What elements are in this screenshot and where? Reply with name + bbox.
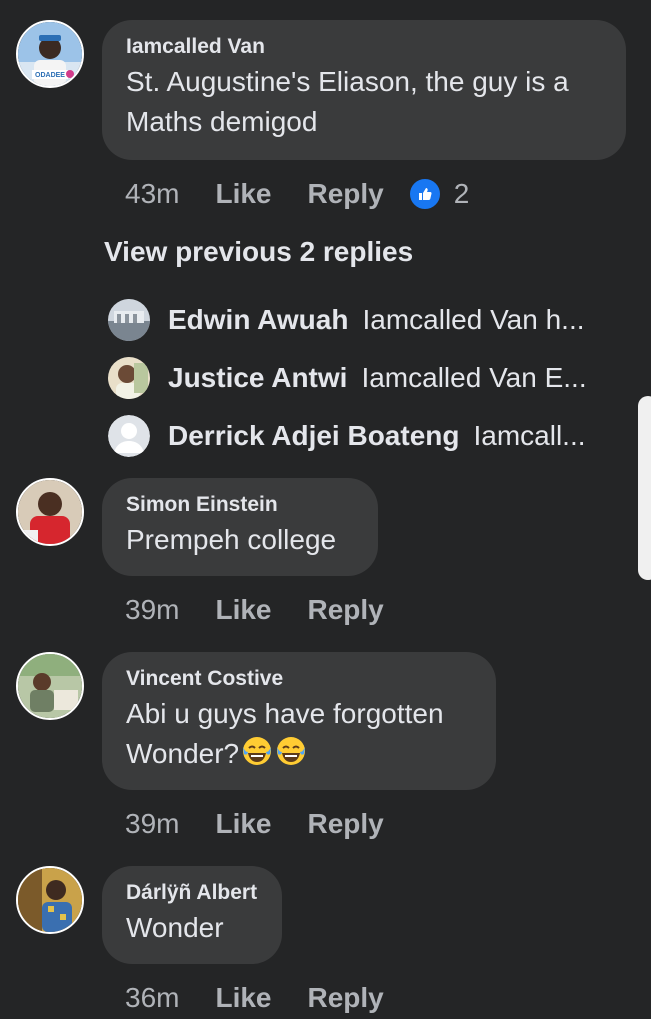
- avatar[interactable]: ODADEE: [16, 20, 84, 88]
- default-avatar-icon: [108, 415, 150, 457]
- like-button[interactable]: Like: [215, 982, 271, 1014]
- view-previous-replies-link[interactable]: View previous 2 replies: [104, 236, 413, 268]
- comment-bubble[interactable]: Simon Einstein Prempeh college: [102, 478, 378, 576]
- svg-text:ODADEE: ODADEE: [35, 72, 65, 79]
- avatar: [108, 299, 150, 341]
- comment-author[interactable]: Simon Einstein: [126, 492, 354, 518]
- reply-preview: Iamcall...: [473, 420, 586, 451]
- comment-author[interactable]: Iamcalled Van: [126, 34, 602, 60]
- comment-bubble[interactable]: Iamcalled Van St. Augustine's Eliason, t…: [102, 20, 626, 160]
- reply-item-derrick-adjei-boateng[interactable]: Derrick Adjei Boateng Iamcall...: [108, 414, 586, 458]
- comment-time[interactable]: 39m: [125, 808, 179, 840]
- reply-author[interactable]: Justice Antwi: [168, 362, 347, 394]
- avatar[interactable]: [16, 866, 84, 934]
- reply-author[interactable]: Derrick Adjei Boateng: [168, 420, 459, 452]
- like-button[interactable]: Like: [215, 594, 271, 626]
- comment-text: Prempeh college: [126, 524, 337, 555]
- reaction-count[interactable]: 2: [454, 178, 470, 210]
- comment-author[interactable]: Vincent Costive: [126, 666, 472, 692]
- comment-text: Abi u guys have forgotten Wonder?: [126, 698, 444, 769]
- avatar: [108, 357, 150, 399]
- comment-actions: 36m Like Reply: [125, 978, 384, 1018]
- thumbs-up-icon[interactable]: [407, 177, 442, 211]
- comment-time[interactable]: 43m: [125, 178, 179, 210]
- comment-actions: 43m Like Reply 2: [125, 174, 469, 214]
- like-button[interactable]: Like: [215, 808, 271, 840]
- comment-bubble[interactable]: Vincent Costive Abi u guys have forgotte…: [102, 652, 496, 790]
- comment-author[interactable]: Dárlÿñ Albert: [126, 880, 258, 906]
- reply-item-edwin-awuah[interactable]: Edwin Awuah Iamcalled Van h...: [108, 298, 585, 342]
- tears-of-joy-emoji: [277, 737, 306, 765]
- reply-button[interactable]: Reply: [308, 594, 384, 626]
- tears-of-joy-emoji: [243, 737, 272, 765]
- avatar[interactable]: [16, 478, 84, 546]
- reply-author[interactable]: Edwin Awuah: [168, 304, 348, 336]
- comment-text: St. Augustine's Eliason, the guy is a Ma…: [126, 66, 569, 137]
- reply-button[interactable]: Reply: [308, 808, 384, 840]
- comment-bubble[interactable]: Dárlÿñ Albert Wonder: [102, 866, 282, 964]
- avatar[interactable]: [16, 652, 84, 720]
- like-button[interactable]: Like: [215, 178, 271, 210]
- reply-button[interactable]: Reply: [308, 178, 384, 210]
- comment-actions: 39m Like Reply: [125, 804, 384, 844]
- comment-time[interactable]: 36m: [125, 982, 179, 1014]
- reply-preview: Iamcalled Van E...: [361, 362, 587, 393]
- comment-text: Wonder: [126, 912, 224, 943]
- reply-preview: Iamcalled Van h...: [362, 304, 585, 335]
- comment-time[interactable]: 39m: [125, 594, 179, 626]
- scrollbar-thumb[interactable]: [638, 396, 651, 580]
- comment-actions: 39m Like Reply: [125, 590, 384, 630]
- reply-button[interactable]: Reply: [308, 982, 384, 1014]
- reply-item-justice-antwi[interactable]: Justice Antwi Iamcalled Van E...: [108, 356, 587, 400]
